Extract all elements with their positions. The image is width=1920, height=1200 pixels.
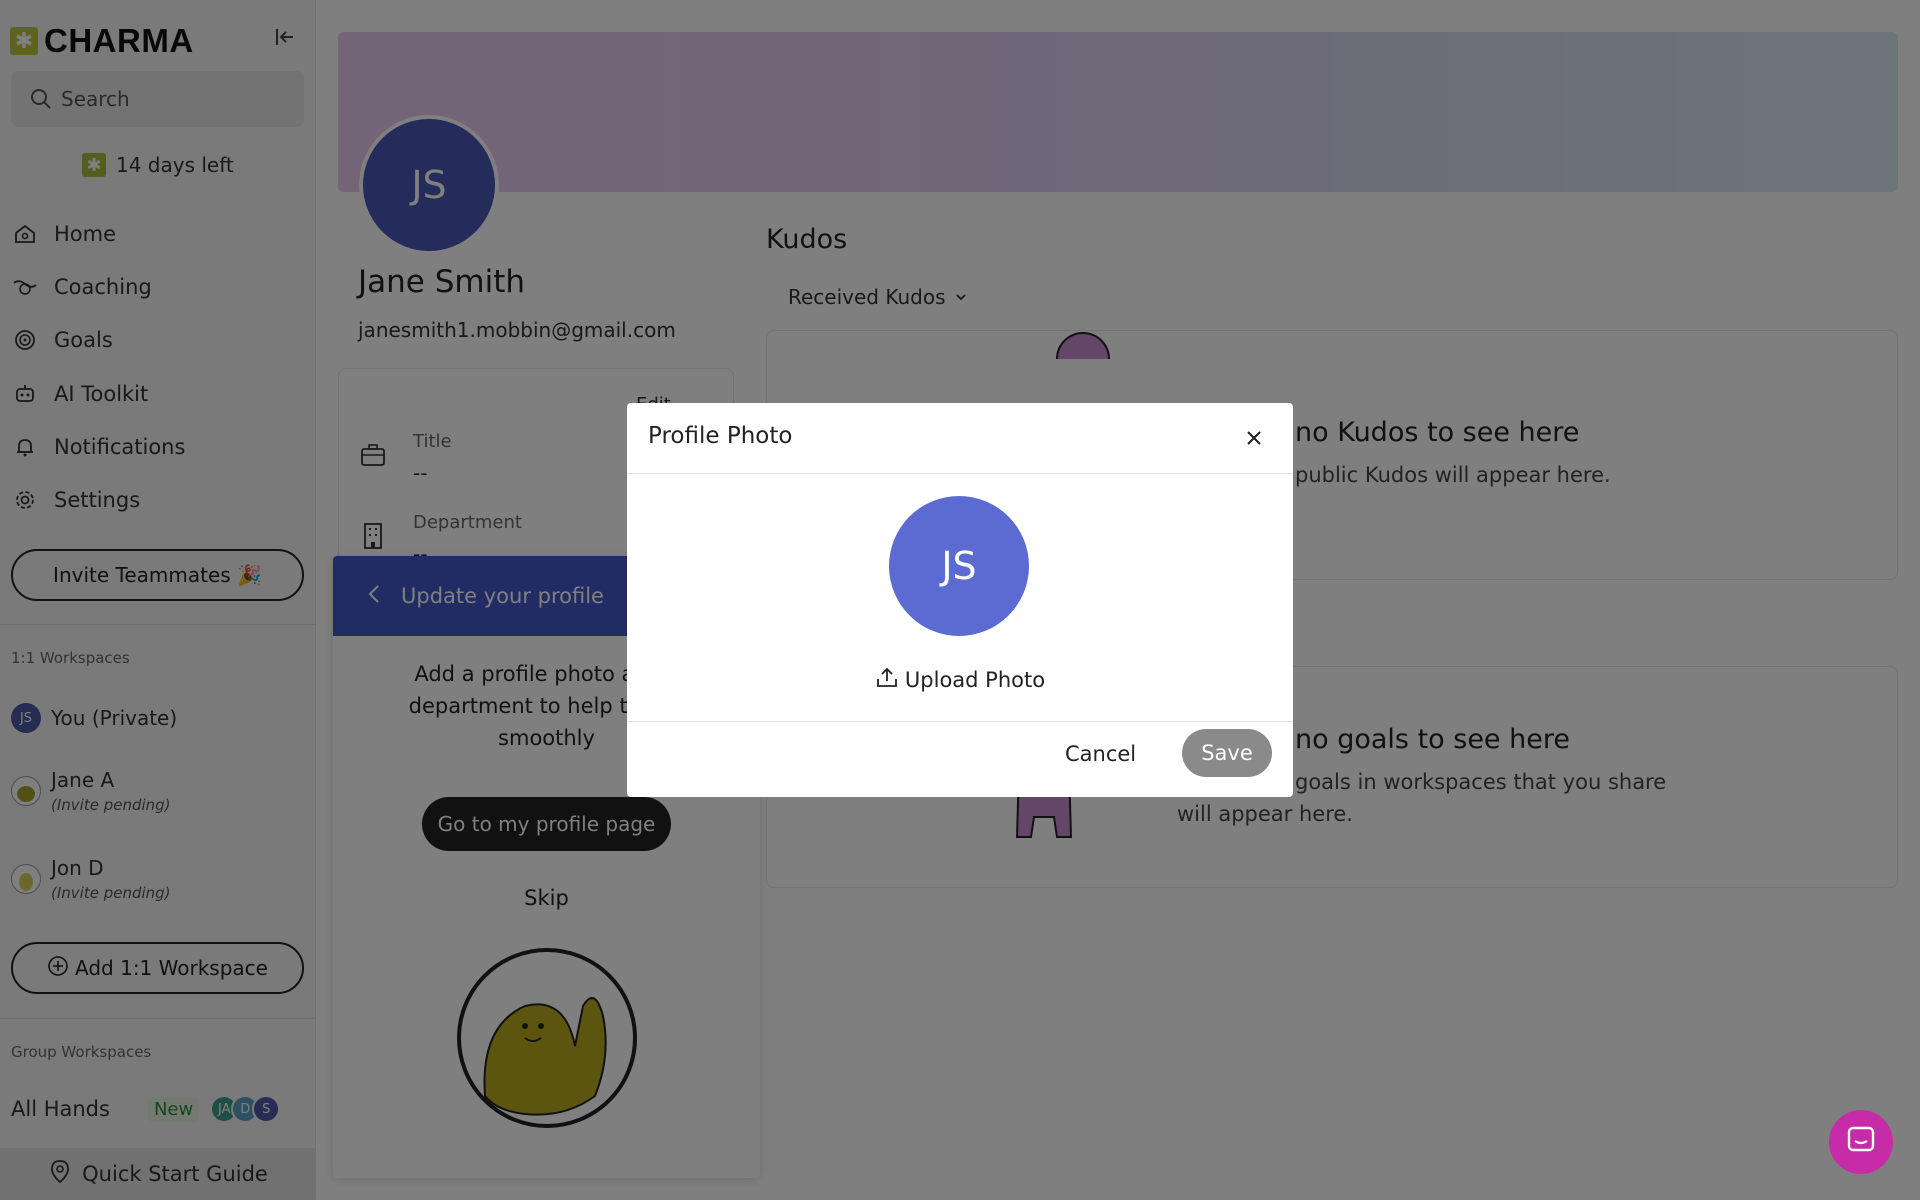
save-button[interactable]: Save — [1182, 729, 1272, 777]
modal-title: Profile Photo — [648, 423, 793, 449]
modal-divider — [627, 473, 1293, 474]
chat-icon — [1846, 1125, 1876, 1159]
upload-icon — [875, 665, 899, 694]
cancel-button[interactable]: Cancel — [1065, 742, 1136, 766]
modal-divider — [627, 721, 1293, 722]
close-icon[interactable] — [1239, 423, 1269, 453]
chat-support-button[interactable] — [1829, 1110, 1893, 1174]
modal-avatar: JS — [889, 496, 1029, 636]
upload-photo-label: Upload Photo — [904, 667, 1046, 692]
profile-photo-modal: Profile Photo JS Upload Photo Cancel Sav… — [627, 403, 1293, 797]
upload-photo-button[interactable]: Upload Photo — [627, 665, 1293, 694]
